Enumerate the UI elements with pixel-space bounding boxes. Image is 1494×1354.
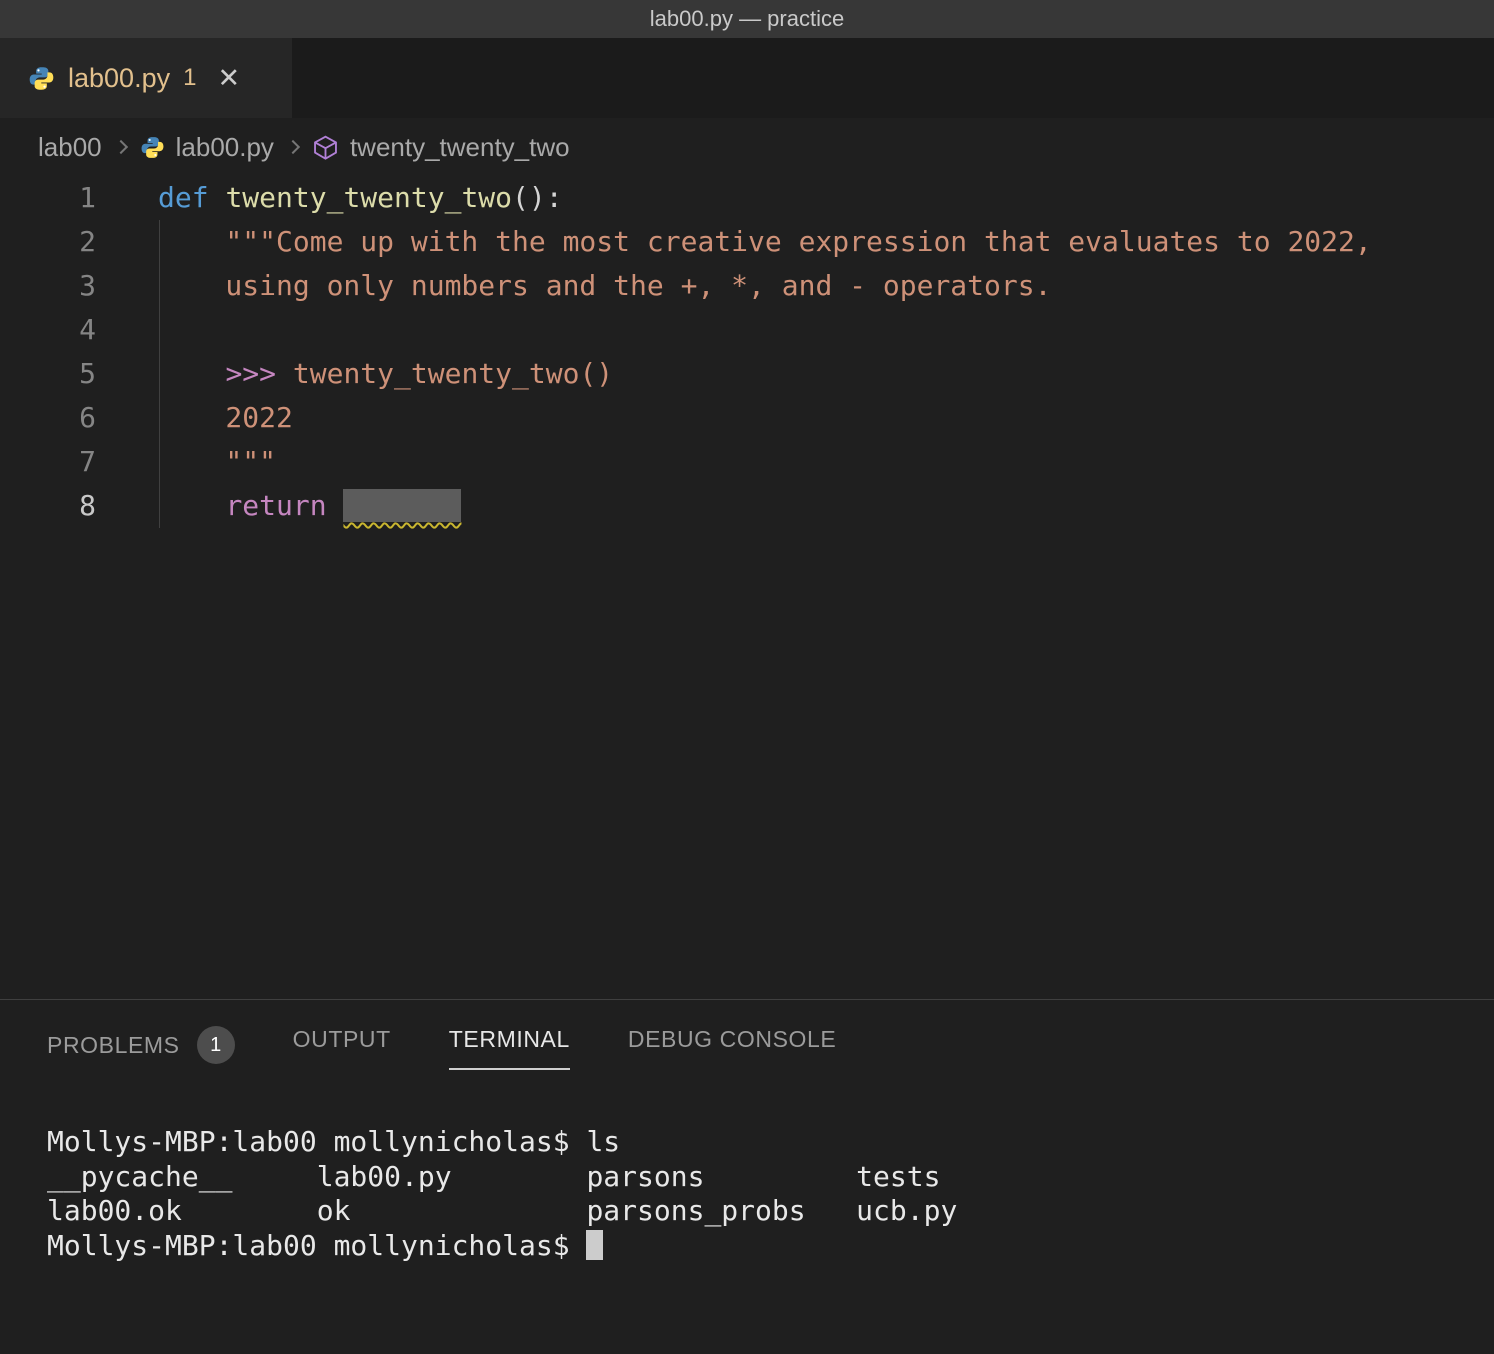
panel-tab-label: DEBUG CONSOLE <box>628 1026 836 1053</box>
code-token: return <box>225 489 326 522</box>
panel-tab-terminal[interactable]: TERMINAL <box>449 1026 570 1070</box>
indent-guide <box>159 220 160 528</box>
code-token <box>209 181 226 214</box>
line-number[interactable]: 3 <box>0 264 96 308</box>
code-token: 2022 <box>158 401 293 434</box>
code-line[interactable]: 2 """Come up with the most creative expr… <box>0 220 1494 264</box>
code-token: using only numbers and the +, *, and - o… <box>158 269 1051 302</box>
breadcrumb-item-symbol[interactable]: twenty_twenty_two <box>350 132 570 163</box>
panel-tab-label: OUTPUT <box>293 1026 391 1053</box>
panel-tab-output[interactable]: OUTPUT <box>293 1026 391 1070</box>
titlebar: lab00.py — practice <box>0 0 1494 38</box>
code-lines: 1def twenty_twenty_two():2 """Come up wi… <box>0 176 1494 528</box>
code-token: """ <box>158 445 276 478</box>
line-number[interactable]: 1 <box>0 176 96 220</box>
code-token: (): <box>512 181 563 214</box>
terminal-line: Mollys-MBP:lab00 mollynicholas$ ls <box>47 1125 1494 1160</box>
code-line[interactable]: 1def twenty_twenty_two(): <box>0 176 1494 220</box>
python-icon <box>140 135 165 160</box>
terminal-cursor <box>586 1230 603 1260</box>
code-token: twenty_twenty_two() <box>293 357 613 390</box>
panel-tab-label: TERMINAL <box>449 1026 570 1053</box>
line-number[interactable]: 7 <box>0 440 96 484</box>
breadcrumb-item-file[interactable]: lab00.py <box>176 132 274 163</box>
terminal-text: lab00.ok ok parsons_probs ucb.py <box>47 1194 957 1227</box>
problems-count-badge: 1 <box>197 1026 235 1064</box>
terminal-text: Mollys-MBP:lab00 mollynicholas$ <box>47 1229 586 1262</box>
editor-tab-lab00[interactable]: lab00.py 1 ✕ <box>0 38 292 118</box>
python-icon <box>28 65 55 92</box>
panel-tab-debug-console[interactable]: DEBUG CONSOLE <box>628 1026 836 1070</box>
code-line[interactable]: 5 >>> twenty_twenty_two() <box>0 352 1494 396</box>
terminal-line: Mollys-MBP:lab00 mollynicholas$ <box>47 1229 1494 1264</box>
code-token: twenty_twenty_two <box>225 181 512 214</box>
tab-bar: lab00.py 1 ✕ <box>0 38 1494 118</box>
panel-tab-label: PROBLEMS <box>47 1032 180 1059</box>
close-icon[interactable]: ✕ <box>217 63 240 94</box>
code-text: def twenty_twenty_two(): <box>96 176 563 220</box>
chevron-right-icon <box>286 140 300 154</box>
code-token: """Come up with the most creative expres… <box>158 225 1372 258</box>
code-token: def <box>158 181 209 214</box>
code-editor[interactable]: 1def twenty_twenty_two():2 """Come up wi… <box>0 176 1494 528</box>
code-line[interactable]: 6 2022 <box>0 396 1494 440</box>
code-text: return <box>96 484 461 528</box>
breadcrumb-item-folder[interactable]: lab00 <box>38 132 102 163</box>
code-text <box>96 308 158 352</box>
code-text: 2022 <box>96 396 293 440</box>
code-token: >>> <box>225 357 276 390</box>
terminal-text: __pycache__ lab00.py parsons tests <box>47 1160 940 1193</box>
panel-tabs: PROBLEMS 1 OUTPUT TERMINAL DEBUG CONSOLE <box>0 1000 1494 1081</box>
line-number[interactable]: 2 <box>0 220 96 264</box>
terminal-output[interactable]: Mollys-MBP:lab00 mollynicholas$ ls__pyca… <box>0 1081 1494 1263</box>
line-number[interactable]: 4 <box>0 308 96 352</box>
line-number[interactable]: 8 <box>0 484 96 528</box>
code-text: >>> twenty_twenty_two() <box>96 352 613 396</box>
code-line[interactable]: 4 <box>0 308 1494 352</box>
window-title: lab00.py — practice <box>650 6 844 32</box>
line-number[interactable]: 6 <box>0 396 96 440</box>
panel-tab-problems[interactable]: PROBLEMS 1 <box>47 1026 235 1081</box>
chevron-right-icon <box>114 140 128 154</box>
code-token <box>158 357 225 390</box>
code-token <box>276 357 293 390</box>
breadcrumb: lab00 lab00.py twenty_twenty_two <box>0 118 1494 176</box>
terminal-line: lab00.ok ok parsons_probs ucb.py <box>47 1194 1494 1229</box>
tab-problems-badge: 1 <box>183 64 196 92</box>
selected-placeholder[interactable] <box>343 489 461 522</box>
cube-icon <box>312 134 339 161</box>
code-text: """ <box>96 440 276 484</box>
code-line[interactable]: 7 """ <box>0 440 1494 484</box>
code-text: """Come up with the most creative expres… <box>96 220 1372 264</box>
bottom-panel: PROBLEMS 1 OUTPUT TERMINAL DEBUG CONSOLE Mol… <box>0 999 1494 1354</box>
tab-filename: lab00.py <box>68 63 170 94</box>
terminal-line: __pycache__ lab00.py parsons tests <box>47 1160 1494 1195</box>
code-token <box>158 489 225 522</box>
code-line[interactable]: 3 using only numbers and the +, *, and -… <box>0 264 1494 308</box>
code-text: using only numbers and the +, *, and - o… <box>96 264 1051 308</box>
code-line[interactable]: 8 return <box>0 484 1494 528</box>
line-number[interactable]: 5 <box>0 352 96 396</box>
terminal-text: Mollys-MBP:lab00 mollynicholas$ ls <box>47 1125 620 1158</box>
code-token <box>327 489 344 522</box>
